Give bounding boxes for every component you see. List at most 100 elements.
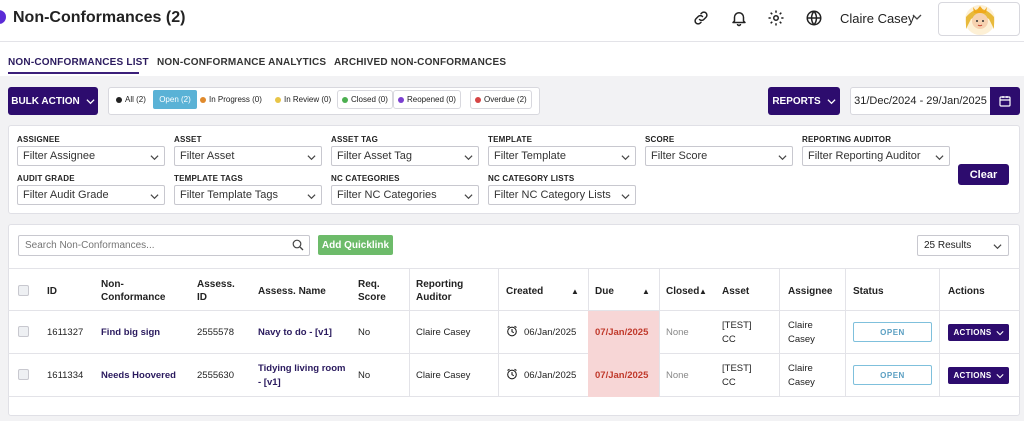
score-filter-select[interactable]: Filter Score <box>645 146 793 166</box>
chevron-down-icon <box>150 155 159 161</box>
row-checkbox[interactable] <box>18 369 29 380</box>
column-header-asset[interactable]: Asset <box>722 286 749 298</box>
row-nc-link[interactable]: Needs Hoovered <box>101 370 176 382</box>
template-filter-select[interactable]: Filter Template <box>488 146 636 166</box>
column-header-closed[interactable]: Closed <box>666 286 699 298</box>
globe-icon[interactable] <box>805 9 823 27</box>
status-closed-label: Closed (0) <box>351 95 388 104</box>
row-checkbox[interactable] <box>18 326 29 337</box>
nc-category-lists-filter-select[interactable]: Filter NC Category Lists <box>488 185 636 205</box>
row-closed: None <box>666 327 689 338</box>
add-quicklink-button[interactable]: Add Quicklink <box>318 235 393 255</box>
column-header-nc-line1[interactable]: Non- <box>101 279 124 291</box>
filter-label-nc-categories: NC CATEGORIES <box>331 174 400 183</box>
column-header-auditor-line2[interactable]: Auditor <box>416 292 452 304</box>
asset-tag-filter-value: Filter Asset Tag <box>337 150 412 162</box>
status-filter-overdue[interactable]: Overdue (2) <box>470 90 532 109</box>
status-filter-closed[interactable]: Closed (0) <box>337 90 393 109</box>
tab-non-conformances-list[interactable]: NON-CONFORMANCES LIST <box>8 57 149 68</box>
column-header-auditor-line1[interactable]: Reporting <box>416 279 463 291</box>
column-header-assess-id-line1[interactable]: Assess. <box>197 279 235 291</box>
sort-arrow-icon[interactable]: ▲ <box>642 287 650 296</box>
chevron-down-icon <box>935 155 944 161</box>
status-filter-in-review[interactable]: In Review (0) <box>275 95 331 104</box>
results-value: 25 Results <box>924 240 972 251</box>
row-actions-button[interactable]: ACTIONS <box>948 324 1009 341</box>
results-per-page-select[interactable]: 25 Results <box>917 235 1009 256</box>
row-created: 06/Jan/2025 <box>524 370 577 381</box>
row-assignee-line1: Claire <box>788 320 813 331</box>
tabs-bar <box>0 42 1024 76</box>
chevron-down-icon[interactable] <box>912 12 922 22</box>
status-filter-reopened[interactable]: Reopened (0) <box>393 90 461 109</box>
reports-button[interactable]: REPORTS <box>768 87 840 115</box>
status-filter-in-progress[interactable]: In Progress (0) <box>200 95 262 104</box>
date-range-input[interactable]: 31/Dec/2024 - 29/Jan/2025 <box>850 87 991 115</box>
link-icon[interactable] <box>692 9 710 27</box>
clear-filters-button[interactable]: Clear <box>958 164 1009 185</box>
column-header-req-line1[interactable]: Req. <box>358 279 380 291</box>
user-menu[interactable]: Claire Casey <box>840 11 914 26</box>
table-bottom-border <box>8 396 1020 397</box>
column-header-id[interactable]: ID <box>47 286 57 298</box>
assignee-filter-select[interactable]: Filter Assignee <box>17 146 165 166</box>
column-header-created[interactable]: Created <box>506 286 543 298</box>
chevron-down-icon <box>995 373 1004 378</box>
chevron-down-icon <box>307 155 316 161</box>
asset-filter-select[interactable]: Filter Asset <box>174 146 322 166</box>
bell-icon[interactable] <box>730 9 748 27</box>
avatar[interactable] <box>938 2 1020 36</box>
row-asset-line2: CC <box>722 377 736 388</box>
tab-archived-non-conformances[interactable]: ARCHIVED NON-CONFORMANCES <box>334 57 506 68</box>
column-header-status[interactable]: Status <box>853 286 884 298</box>
status-overdue-label: Overdue (2) <box>484 95 527 104</box>
search-icon[interactable] <box>292 239 304 251</box>
status-filter-all[interactable]: All (2) <box>116 95 146 104</box>
column-header-assignee[interactable]: Assignee <box>788 286 832 298</box>
sort-arrow-icon[interactable]: ▲ <box>571 287 579 296</box>
template-tags-filter-select[interactable]: Filter Template Tags <box>174 185 322 205</box>
dot-icon <box>475 96 481 103</box>
select-all-checkbox[interactable] <box>18 285 29 296</box>
row-due: 07/Jan/2025 <box>595 370 649 381</box>
filter-label-asset-tag: ASSET TAG <box>331 135 378 144</box>
alarm-clock-icon <box>507 325 517 337</box>
audit-grade-filter-select[interactable]: Filter Audit Grade <box>17 185 165 205</box>
row-actions-label: ACTIONS <box>953 328 992 337</box>
column-header-due[interactable]: Due <box>595 286 614 298</box>
dot-icon <box>275 96 281 103</box>
column-divider <box>845 268 846 396</box>
nc-categories-filter-select[interactable]: Filter NC Categories <box>331 185 479 205</box>
status-in-progress-label: In Progress (0) <box>209 95 262 104</box>
column-header-nc-line2[interactable]: Conformance <box>101 292 165 304</box>
search-input[interactable] <box>18 235 310 256</box>
column-header-assess-name[interactable]: Assess. Name <box>258 286 326 298</box>
gear-icon[interactable] <box>767 9 785 27</box>
row-actions-button[interactable]: ACTIONS <box>948 367 1009 384</box>
reports-label: REPORTS <box>772 95 821 107</box>
template-tags-filter-value: Filter Template Tags <box>180 189 279 201</box>
row-nc-link[interactable]: Find big sign <box>101 327 160 339</box>
reporting-auditor-filter-select[interactable]: Filter Reporting Auditor <box>802 146 950 166</box>
row-assignee-line2: Casey <box>788 334 815 345</box>
calendar-button[interactable] <box>990 87 1020 115</box>
bulk-action-button[interactable]: BULK ACTION <box>8 87 98 115</box>
row-assess-name-link-line2[interactable]: - [v1] <box>258 377 281 389</box>
row-assess-name-link[interactable]: Tidying living room <box>258 363 345 375</box>
row-assess-name-link[interactable]: Navy to do - [v1] <box>258 327 332 339</box>
column-header-assess-id-line2[interactable]: ID <box>197 292 207 304</box>
status-filter-open[interactable]: Open (2) <box>153 90 197 109</box>
assignee-filter-value: Filter Assignee <box>23 150 96 162</box>
asset-tag-filter-select[interactable]: Filter Asset Tag <box>331 146 479 166</box>
tab-non-conformance-analytics[interactable]: NON-CONFORMANCE ANALYTICS <box>157 57 326 68</box>
score-filter-value: Filter Score <box>651 150 708 162</box>
chevron-down-icon <box>993 244 1002 250</box>
filter-label-nc-category-lists: NC CATEGORY LISTS <box>488 174 575 183</box>
column-header-req-line2[interactable]: Score <box>358 292 386 304</box>
row-id: 1611334 <box>47 370 84 381</box>
alarm-clock-icon <box>507 368 517 380</box>
sort-arrow-icon[interactable]: ▲ <box>699 287 707 296</box>
reporting-auditor-filter-value: Filter Reporting Auditor <box>808 150 921 162</box>
status-badge: OPEN <box>853 365 932 385</box>
status-in-review-label: In Review (0) <box>284 95 332 104</box>
